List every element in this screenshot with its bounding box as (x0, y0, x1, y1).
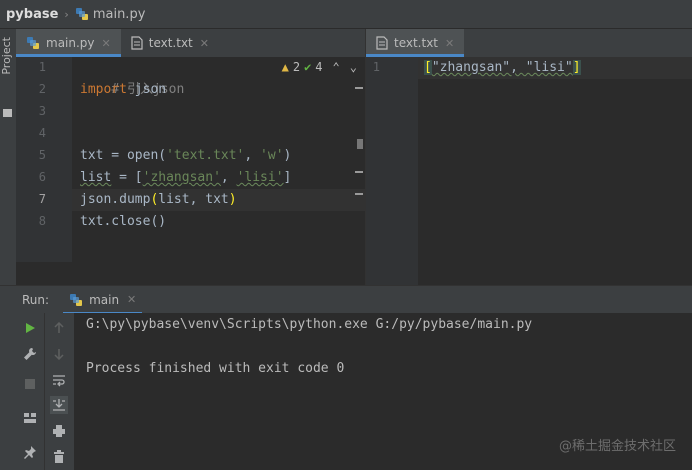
editor-tabs-left: main.py ✕ text.txt ✕ (16, 29, 365, 57)
checkmark-icon: ✔ (304, 60, 312, 74)
scrollbar-thumb[interactable] (357, 139, 363, 149)
code-line: import json (80, 79, 166, 101)
run-tool-header: Run: main ✕ (0, 285, 692, 314)
string-literal: 'text.txt' (166, 148, 245, 163)
code-text: ] (283, 170, 292, 185)
layout-icon[interactable] (21, 409, 39, 427)
code-line: ["zhangsan", "lisi"] (424, 57, 581, 79)
scroll-to-end-icon[interactable] (50, 396, 68, 414)
close-icon[interactable]: ✕ (445, 37, 454, 50)
keyword: import (80, 82, 127, 97)
run-toolbar-secondary (44, 313, 75, 470)
tab-text-txt[interactable]: text.txt ✕ (121, 29, 219, 57)
line-number: 1 (372, 60, 380, 74)
close-icon[interactable]: ✕ (127, 293, 136, 306)
pin-icon[interactable] (21, 443, 39, 461)
line-number: 4 (38, 126, 46, 140)
run-toolbar-primary (16, 313, 44, 470)
scroll-marker[interactable] (355, 87, 363, 89)
string-literal: 'w' (260, 148, 284, 163)
editor-tabs-right: text.txt ✕ (366, 29, 692, 57)
print-icon[interactable] (50, 422, 68, 440)
rerun-icon[interactable] (21, 319, 39, 337)
line-number: 6 (38, 170, 46, 184)
code-text: list (80, 170, 112, 185)
project-folder-icon (3, 109, 12, 117)
line-number: 5 (38, 148, 46, 162)
run-side-strip (0, 313, 16, 470)
string-literal: 'zhangsan' (142, 170, 221, 185)
breadcrumb-project[interactable]: pybase (6, 7, 58, 22)
line-number-gutter: 1 (366, 57, 418, 285)
code-line: json.dump(list, txt) (80, 189, 237, 211)
tab-main-py[interactable]: main.py ✕ (16, 29, 121, 57)
code-line: txt.close() (80, 211, 166, 233)
warning-count: 2 (292, 60, 301, 74)
code-line: # 引入json (80, 57, 184, 97)
code-text: "zhangsan", "lisi" (431, 60, 573, 75)
run-tab-main[interactable]: main ✕ (63, 286, 143, 314)
chevron-down-icon[interactable]: ⌄ (350, 60, 357, 74)
line-number: 1 (38, 60, 46, 74)
run-tab-label: main (89, 292, 120, 307)
code-text: txt.close() (80, 214, 167, 229)
tab-label: main.py (46, 36, 95, 50)
text-file-icon (376, 36, 388, 50)
code-text: list, txt (158, 192, 229, 207)
code-editor-text-txt[interactable]: 1 ["zhangsan", "lisi"] (366, 57, 692, 285)
wrench-icon[interactable] (21, 345, 39, 363)
arrow-down-icon[interactable] (50, 345, 68, 363)
run-label: Run: (22, 292, 50, 307)
line-number: 2 (38, 82, 46, 96)
text-file-icon (131, 36, 143, 50)
editor-empty-area (16, 262, 365, 285)
python-file-icon (75, 7, 89, 21)
ok-count: 4 (315, 60, 323, 74)
python-file-icon (69, 293, 83, 307)
close-icon[interactable]: ✕ (200, 37, 209, 50)
arrow-up-icon[interactable] (50, 319, 68, 337)
stop-icon[interactable] (21, 375, 39, 393)
project-strip-label[interactable]: Project (0, 37, 16, 75)
code-text: open( (126, 148, 167, 163)
chevron-up-icon[interactable]: ⌃ (333, 60, 340, 74)
console-line: G:\py\pybase\venv\Scripts\python.exe G:/… (86, 317, 533, 332)
breadcrumb-file[interactable]: main.py (93, 7, 146, 22)
code-text: , (220, 170, 237, 185)
python-file-icon (26, 36, 40, 50)
watermark-text: @稀土掘金技术社区 (558, 439, 676, 454)
chevron-right-icon: › (64, 7, 69, 21)
line-number: 7 (38, 192, 46, 206)
line-number: 3 (38, 104, 46, 118)
console-line: Process finished with exit code 0 (86, 361, 345, 376)
line-number: 8 (38, 214, 46, 228)
code-text: json.dump (80, 192, 151, 207)
bracket-match: [ (424, 60, 432, 75)
code-line: txt = open('text.txt', 'w') (80, 145, 291, 167)
tab-text-txt-right[interactable]: text.txt ✕ (366, 29, 465, 57)
close-icon[interactable]: ✕ (102, 37, 111, 50)
code-text: txt = (80, 148, 127, 163)
breadcrumb: pybase › main.py (0, 0, 692, 29)
trash-icon[interactable] (50, 448, 68, 466)
tab-label: text.txt (394, 36, 439, 50)
code-line: list = ['zhangsan', 'lisi'] (80, 167, 291, 189)
paren-match: ) (228, 192, 237, 207)
bracket-match: ] (572, 60, 581, 75)
tab-label: text.txt (148, 36, 193, 50)
scroll-marker[interactable] (355, 171, 363, 173)
inspection-widget[interactable]: ▲ 2 ✔ 4 ⌃ ⌄ (282, 60, 357, 74)
code-text: , (244, 148, 261, 163)
code-text: = [ (111, 170, 143, 185)
soft-wrap-icon[interactable] (50, 371, 68, 389)
project-tool-strip[interactable]: Project (0, 29, 17, 285)
string-literal: 'lisi' (236, 170, 284, 185)
line-number-gutter: 1 2 3 4 5 6 7 8 (16, 57, 72, 262)
scroll-marker[interactable] (355, 193, 363, 195)
code-text: ) (283, 148, 292, 163)
warning-icon: ▲ (281, 60, 289, 74)
code-text: json (126, 82, 167, 97)
code-editor-main-py[interactable]: 1 2 3 4 5 6 7 8 # 引入json import json txt… (16, 57, 365, 262)
